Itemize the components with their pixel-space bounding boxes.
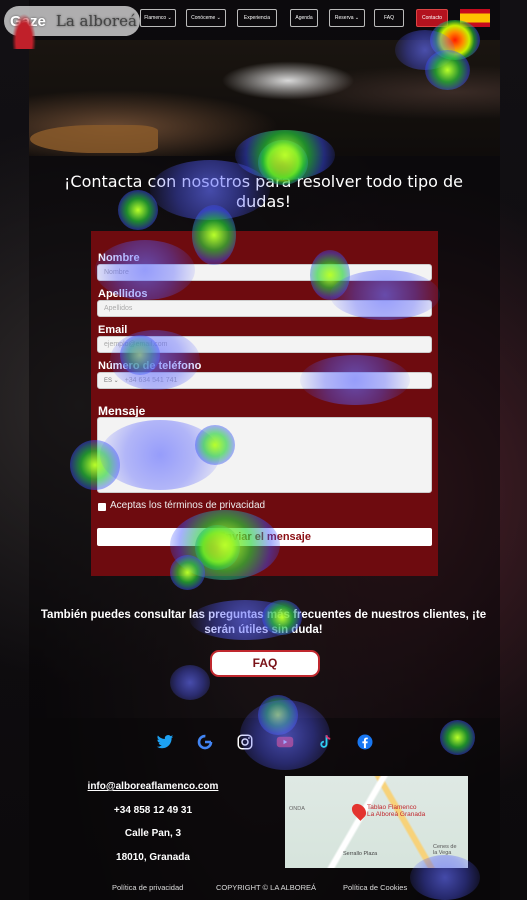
footer-email-link[interactable]: info@alboreaflamenco.com [78, 781, 228, 792]
footer-address-city: 18010, Granada [116, 852, 190, 863]
privacy-label: Aceptas los términos de privacidad [110, 500, 266, 511]
faq-button[interactable]: FAQ [210, 650, 320, 677]
site-logo-text: La alboreá [55, 12, 137, 30]
send-button[interactable]: Enviar el mensaje [97, 528, 432, 546]
location-map[interactable]: Tablao Flamenco La Alboreá Granada Cenes… [285, 776, 468, 868]
mensaje-label: Mensaje [98, 404, 146, 418]
footer-address-street: Calle Pan, 3 [124, 828, 182, 839]
gaze-overlay-badge: Gaze La alboreá [4, 6, 140, 49]
phone-label: Número de teléfono [98, 360, 202, 372]
cookies-policy-link[interactable]: Política de Cookies [343, 883, 407, 892]
twitter-icon[interactable] [156, 733, 174, 751]
apellidos-input[interactable]: Apellidos [97, 300, 432, 317]
footer-phone: +34 858 12 49 31 [113, 805, 193, 816]
message-textarea[interactable] [97, 417, 432, 493]
map-area-label-3: Serrallo Plaza [343, 851, 378, 857]
copyright-text: COPYRIGHT © LA ALBOREÁ [216, 883, 317, 892]
instagram-icon[interactable] [236, 733, 254, 751]
nombre-input[interactable]: Nombre [97, 264, 432, 281]
google-icon[interactable] [196, 733, 214, 751]
map-place-label: Tablao Flamenco La Alboreá Granada [367, 804, 426, 818]
nav-flamenco[interactable]: Flamenco ⌄ [140, 9, 176, 27]
nav-faq[interactable]: FAQ [374, 9, 404, 27]
map-area-label-2: ONDA [289, 806, 305, 812]
map-pin-icon [349, 801, 369, 821]
phone-input[interactable]: ES ⌄ +34 634 541 741 [97, 372, 432, 389]
spain-flag-icon[interactable] [460, 9, 490, 27]
youtube-icon[interactable] [276, 733, 294, 751]
hero-guitar [30, 125, 158, 153]
map-area-label: Cenes de la Vega [433, 844, 457, 856]
nombre-label: Nombre [98, 252, 140, 264]
nav-experiencia[interactable]: Experiencia [237, 9, 277, 27]
email-input[interactable]: ejemplo@email.com [97, 336, 432, 353]
apellidos-label: Apellidos [98, 288, 148, 300]
tiktok-icon[interactable] [316, 733, 334, 751]
phone-placeholder: +34 634 541 741 [124, 377, 178, 384]
nav-conoceme[interactable]: Conóceme ⌄ [186, 9, 226, 27]
nav-contacto[interactable]: Contacto [416, 9, 448, 27]
nav-agenda[interactable]: Agenda [290, 9, 318, 27]
contact-heading: ¡Contacta con nosotros para resolver tod… [63, 172, 464, 211]
faq-text: También puedes consultar las preguntas m… [40, 609, 487, 636]
dancer-logo-icon [10, 9, 38, 49]
facebook-icon[interactable] [356, 733, 374, 751]
email-label: Email [98, 324, 128, 336]
privacy-policy-link[interactable]: Política de privacidad [112, 883, 183, 892]
privacy-checkbox[interactable] [98, 503, 106, 511]
nav-reserva[interactable]: Reserva ⌄ [329, 9, 365, 27]
country-code-select[interactable]: ES ⌄ [104, 378, 119, 384]
